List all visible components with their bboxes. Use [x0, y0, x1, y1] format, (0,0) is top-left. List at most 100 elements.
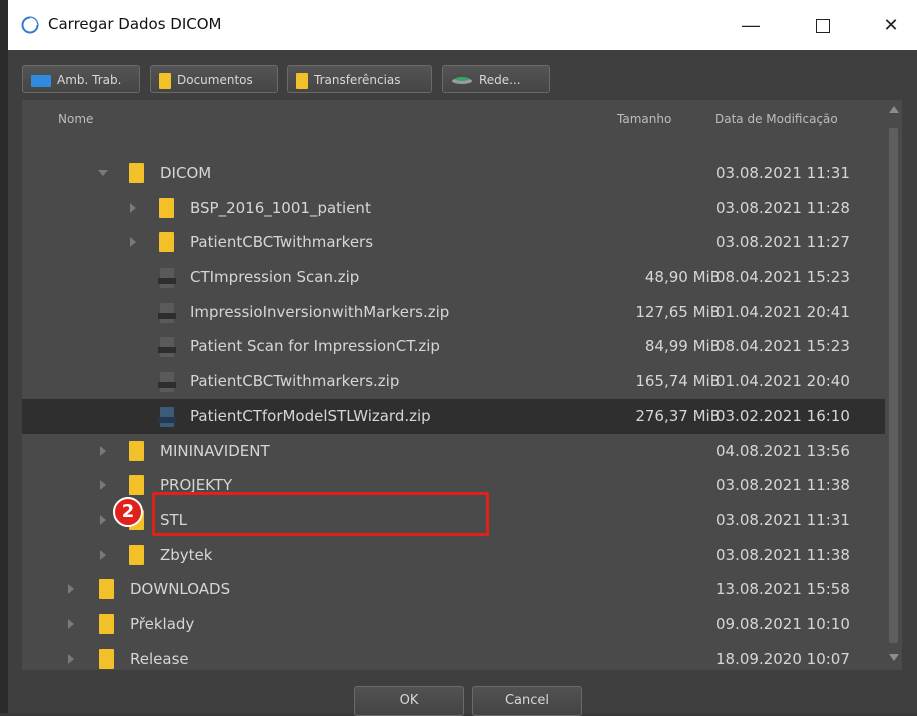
item-size: 276,37 MiB: [635, 406, 720, 425]
item-size: 84,99 MiB: [644, 337, 720, 356]
item-date: 03.08.2021 11:38: [716, 545, 850, 564]
item-name: Zbytek: [160, 545, 213, 564]
column-header: Nome Tamanho Data de Modificação: [22, 100, 885, 150]
cancel-button[interactable]: Cancel: [472, 686, 582, 716]
scrollbar-thumb[interactable]: [889, 128, 898, 643]
expand-arrow-icon[interactable]: [130, 202, 136, 213]
step-number-badge: 2: [113, 497, 143, 527]
collapse-arrow-icon[interactable]: [98, 170, 108, 176]
ok-button[interactable]: OK: [354, 686, 464, 716]
folder-icon: [159, 197, 174, 218]
item-date: 13.08.2021 15:58: [716, 580, 850, 599]
folder-icon: [129, 544, 144, 565]
expand-arrow-icon[interactable]: [100, 549, 106, 560]
item-date: 01.04.2021 20:40: [716, 372, 850, 391]
expand-arrow-icon[interactable]: [100, 480, 106, 491]
item-date: 03.02.2021 16:10: [716, 406, 850, 425]
zip-file-icon: [158, 372, 176, 393]
network-button[interactable]: Rede...: [442, 65, 550, 93]
zip-file-icon: [158, 302, 176, 323]
folder-icon: [296, 72, 308, 89]
zip-file-icon: [158, 268, 176, 289]
list-item[interactable]: CTImpression Scan.zip 48,90 MiB 08.04.20…: [22, 260, 885, 295]
expand-arrow-icon[interactable]: [100, 514, 106, 525]
desktop-button[interactable]: Amb. Trab.: [22, 65, 140, 93]
expand-arrow-icon[interactable]: [130, 237, 136, 248]
item-name: Překlady: [130, 614, 195, 633]
item-size: 127,65 MiB: [635, 302, 720, 321]
column-date-header[interactable]: Data de Modificação: [715, 112, 838, 126]
close-button[interactable]: ✕: [868, 0, 914, 50]
scroll-down-icon[interactable]: [889, 654, 899, 661]
list-item[interactable]: ImpressioInversionwithMarkers.zip 127,65…: [22, 295, 885, 330]
vertical-scrollbar[interactable]: [885, 100, 902, 670]
title-bar: Carregar Dados DICOM — ✕: [8, 0, 917, 50]
item-date: 18.09.2020 10:07: [716, 649, 850, 668]
item-name: PatientCBCTwithmarkers: [190, 233, 374, 252]
maximize-button[interactable]: [800, 0, 846, 50]
dialog-footer: OK Cancel: [8, 670, 917, 716]
item-date: 03.08.2021 11:38: [716, 476, 850, 495]
load-dicom-dialog: Carregar Dados DICOM — ✕ Amb. Trab. Docu…: [8, 0, 917, 716]
item-date: 03.08.2021 11:28: [716, 198, 850, 217]
zip-file-icon: [158, 337, 176, 358]
maximize-icon: [816, 19, 830, 34]
folder-icon: [129, 440, 144, 461]
scroll-up-icon[interactable]: [889, 106, 899, 113]
desktop-button-label: Amb. Trab.: [57, 73, 122, 87]
list-item[interactable]: Patient Scan for ImpressionCT.zip 84,99 …: [22, 329, 885, 364]
expand-arrow-icon[interactable]: [68, 584, 74, 595]
item-date: 03.08.2021 11:27: [716, 233, 850, 252]
item-name: MININAVIDENT: [160, 441, 270, 460]
column-size-header[interactable]: Tamanho: [617, 112, 671, 126]
item-date: 09.08.2021 10:10: [716, 614, 850, 633]
item-name: DOWNLOADS: [130, 580, 231, 599]
folder-icon: [99, 648, 114, 669]
list-item[interactable]: BSP_2016_1001_patient 03.08.2021 11:28: [22, 191, 885, 226]
window-title: Carregar Dados DICOM: [48, 15, 222, 33]
downloads-button[interactable]: Transferências: [287, 65, 432, 93]
item-name: CTImpression Scan.zip: [190, 268, 360, 287]
list-item[interactable]: Release 18.09.2020 10:07: [22, 642, 885, 670]
item-date: 01.04.2021 20:41: [716, 302, 850, 321]
documents-button-label: Documentos: [177, 73, 253, 87]
item-name: PatientCBCTwithmarkers.zip: [190, 372, 400, 391]
folder-icon: [129, 163, 144, 183]
list-item[interactable]: PatientCBCTwithmarkers.zip 165,74 MiB 01…: [22, 364, 885, 399]
network-button-label: Rede...: [479, 73, 521, 87]
item-date: 03.08.2021 11:31: [716, 164, 850, 182]
item-date: 08.04.2021 15:23: [716, 268, 850, 287]
minimize-button[interactable]: —: [728, 0, 774, 50]
list-item[interactable]: PatientCBCTwithmarkers 03.08.2021 11:27: [22, 225, 885, 260]
file-list[interactable]: Nome Tamanho Data de Modificação DICOM 0…: [22, 100, 902, 670]
list-item[interactable]: DOWNLOADS 13.08.2021 15:58: [22, 572, 885, 607]
list-item[interactable]: MININAVIDENT 04.08.2021 13:56: [22, 434, 885, 469]
network-icon: [452, 76, 472, 84]
folder-icon: [129, 475, 144, 496]
folder-icon: [159, 232, 174, 253]
desktop-icon: [31, 74, 51, 87]
expand-arrow-icon[interactable]: [100, 445, 106, 456]
item-name: DICOM: [160, 164, 212, 182]
item-date: 08.04.2021 15:23: [716, 337, 850, 356]
list-item[interactable]: Zbytek 03.08.2021 11:38: [22, 538, 885, 573]
folder-icon: [99, 613, 114, 634]
item-date: 04.08.2021 13:56: [716, 441, 850, 460]
item-date: 03.08.2021 11:31: [716, 510, 850, 529]
app-logo-icon: [21, 16, 39, 34]
list-item[interactable]: Překlady 09.08.2021 10:10: [22, 607, 885, 642]
file-rows: DICOM 03.08.2021 11:31 BSP_2016_1001_pat…: [22, 156, 885, 670]
column-name-header[interactable]: Nome: [58, 112, 93, 126]
item-name: BSP_2016_1001_patient: [190, 198, 371, 217]
background-window-edge: [0, 0, 8, 713]
expand-arrow-icon[interactable]: [68, 618, 74, 629]
list-item-selected[interactable]: PatientCTforModelSTLWizard.zip 276,37 Mi…: [22, 398, 885, 434]
list-item[interactable]: DICOM 03.08.2021 11:31: [22, 156, 885, 191]
folder-icon: [99, 579, 114, 600]
item-size: 165,74 MiB: [635, 372, 720, 391]
item-size: 48,90 MiB: [644, 268, 720, 287]
expand-arrow-icon[interactable]: [68, 653, 74, 664]
location-toolbar: Amb. Trab. Documentos Transferências Red…: [8, 50, 917, 102]
annotation-highlight-box: [152, 492, 489, 536]
documents-button[interactable]: Documentos: [150, 65, 278, 93]
